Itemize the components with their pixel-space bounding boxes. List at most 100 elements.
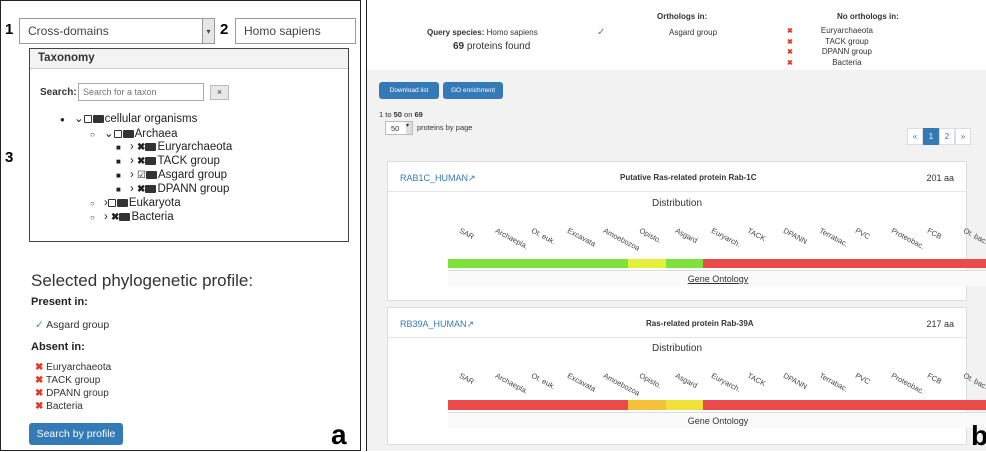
- cross-icon: ✖: [35, 401, 44, 412]
- checkbox-icon[interactable]: [83, 114, 92, 123]
- distribution-bar: [448, 400, 986, 410]
- query-species: Query species: Homo sapiens: [427, 28, 538, 37]
- taxon-tick-label: Euryarch.: [709, 226, 743, 250]
- range-total: 69: [414, 110, 423, 119]
- absent-item-label: DPANN group: [46, 388, 109, 399]
- gene-ontology-link[interactable]: Gene Ontology: [448, 270, 986, 286]
- taxa-ticks: SAR Archaepla. Ot. euk. Excavata Amoebozoa Op…: [448, 224, 986, 254]
- absent-label: Absent in:: [31, 341, 85, 353]
- taxon-tick-label: Proteobac.: [889, 371, 927, 396]
- taxon-tick-label: SAR: [457, 371, 476, 387]
- taxon-tick-label: Terrabac.: [817, 226, 850, 249]
- no-orthologs-item: ✖ Bacteria: [787, 58, 901, 69]
- tree-node-asgard[interactable]: ■ › ☑ Asgard group: [116, 169, 227, 181]
- tree-node-euryarchaeota[interactable]: ■ › ✖ Euryarchaeota: [116, 141, 232, 153]
- distribution-bar: [448, 259, 986, 268]
- cross-icon: ✖: [35, 375, 44, 386]
- range-mid: on: [401, 110, 415, 119]
- callout-3: 3: [5, 149, 14, 166]
- taxon-tick-label: Opisto.: [637, 371, 663, 391]
- chevron-right-icon[interactable]: ›: [104, 211, 108, 223]
- tree-node-dpann[interactable]: ■ › ✖ DPANN group: [116, 183, 229, 195]
- gene-ontology-link[interactable]: Gene Ontology: [448, 412, 986, 428]
- panel-a: 1 Cross-domains ▾ 2 Homo sapiens 3 Taxon…: [0, 0, 361, 451]
- cross-icon[interactable]: ✖: [137, 184, 145, 195]
- chevron-right-icon[interactable]: ›: [130, 141, 134, 153]
- folder-icon: [92, 114, 104, 123]
- panel-letter-a: a: [331, 419, 347, 450]
- protein-id[interactable]: RB39A_HUMAN: [400, 319, 467, 329]
- cross-icon: ✖: [35, 388, 44, 399]
- per-page-select[interactable]: 50 ▾: [385, 121, 413, 135]
- range-prefix: 1 to: [379, 110, 394, 119]
- protein-link[interactable]: RB39A_HUMAN↗: [400, 319, 474, 330]
- taxon-search-input[interactable]: [78, 83, 204, 101]
- absent-item: ✖ DPANN group: [35, 387, 111, 400]
- protein-link[interactable]: RAB1C_HUMAN↗: [400, 173, 476, 184]
- absent-item-label: Bacteria: [46, 401, 83, 412]
- protein-count: 69 proteins found: [453, 41, 530, 52]
- distribution-segment: [448, 259, 628, 268]
- go-enrichment-button[interactable]: GO enrichment: [443, 82, 503, 99]
- taxon-tick-label: Amoebozoa: [601, 226, 642, 253]
- protein-id[interactable]: RAB1C_HUMAN: [400, 173, 468, 183]
- page-prev[interactable]: «: [907, 128, 923, 145]
- page-2[interactable]: 2: [939, 128, 955, 145]
- taxonomy-panel: Taxonomy Search: × ●⌄cellular organisms …: [29, 48, 349, 242]
- taxon-tick-label: PVC: [853, 371, 872, 387]
- checked-icon[interactable]: ☑: [137, 170, 146, 181]
- results-range: 1 to 50 on 69: [379, 110, 423, 119]
- download-list-button[interactable]: Download list: [379, 82, 439, 99]
- folder-icon: [145, 184, 157, 193]
- present-item: ✓ Asgard group: [35, 319, 109, 331]
- taxon-tick-label: Asgard: [673, 371, 699, 391]
- tree-node-cellular-organisms[interactable]: ● ⌄ cellular organisms: [60, 111, 197, 125]
- tree-node-tack[interactable]: ■ › ✖ TACK group: [116, 155, 220, 167]
- gene-ontology-label[interactable]: Gene Ontology: [688, 274, 749, 284]
- select-arrow-icon[interactable]: ▾: [406, 122, 412, 134]
- cross-icon[interactable]: ✖: [111, 212, 119, 223]
- domain-select[interactable]: Cross-domains ▾: [19, 18, 215, 44]
- expand-icon[interactable]: ⌄: [104, 128, 114, 140]
- absent-item: ✖ Euryarchaeota: [35, 361, 111, 374]
- folder-icon: [119, 212, 131, 221]
- checkbox-icon[interactable]: [113, 129, 122, 138]
- no-orthologs-item-label: DPANN group: [821, 47, 872, 56]
- page-next[interactable]: »: [955, 128, 971, 145]
- protein-card-header: RAB1C_HUMAN↗ Putative Ras-related protei…: [388, 162, 966, 192]
- chevron-right-icon[interactable]: ›: [130, 183, 134, 195]
- tree-node-archaea[interactable]: ○ ⌄ Archaea: [90, 126, 177, 140]
- chevron-right-icon[interactable]: ›: [130, 169, 134, 181]
- cross-icon[interactable]: ✖: [137, 142, 145, 153]
- taxon-tick-label: FCB: [925, 371, 944, 386]
- taxon-tick-label: DPANN: [781, 226, 809, 247]
- select-arrow-icon[interactable]: ▾: [202, 19, 214, 43]
- gene-ontology-label[interactable]: Gene Ontology: [688, 416, 749, 426]
- cross-icon[interactable]: ✖: [137, 156, 145, 167]
- external-link-icon[interactable]: ↗: [468, 173, 476, 183]
- distribution-title: Distribution: [651, 343, 703, 354]
- protein-length: 201 aa: [926, 173, 954, 183]
- search-by-profile-button[interactable]: Search by profile: [29, 423, 123, 445]
- absent-item: ✖ Bacteria: [35, 400, 111, 413]
- checkbox-icon[interactable]: [107, 198, 116, 207]
- taxon-tick-label: Asgard: [673, 226, 699, 246]
- clear-search-button[interactable]: ×: [210, 85, 229, 100]
- callout-2: 2: [220, 21, 229, 38]
- taxon-tick-label: Excavata: [565, 371, 598, 394]
- external-link-icon[interactable]: ↗: [467, 319, 475, 329]
- distribution-segment: [627, 259, 666, 268]
- tree-label: cellular organisms: [104, 113, 198, 125]
- chevron-right-icon[interactable]: ›: [130, 155, 134, 167]
- orthologs-in-label: Orthologs in:: [657, 12, 708, 21]
- folder-icon: [116, 198, 128, 207]
- taxon-tick-label: TACK: [745, 371, 768, 389]
- taxon-tick-label: Ot. bac.: [961, 226, 986, 247]
- tree-node-eukaryota[interactable]: ○ › Eukaryota: [90, 197, 181, 209]
- expand-icon[interactable]: ⌄: [74, 113, 84, 125]
- tree-node-bacteria[interactable]: ○ › ✖ Bacteria: [90, 211, 174, 223]
- page-1[interactable]: 1: [923, 128, 939, 145]
- protein-card: RAB1C_HUMAN↗ Putative Ras-related protei…: [387, 161, 986, 301]
- no-orthologs-item: ✖ DPANN group: [787, 47, 901, 58]
- species-input[interactable]: Homo sapiens: [235, 18, 356, 44]
